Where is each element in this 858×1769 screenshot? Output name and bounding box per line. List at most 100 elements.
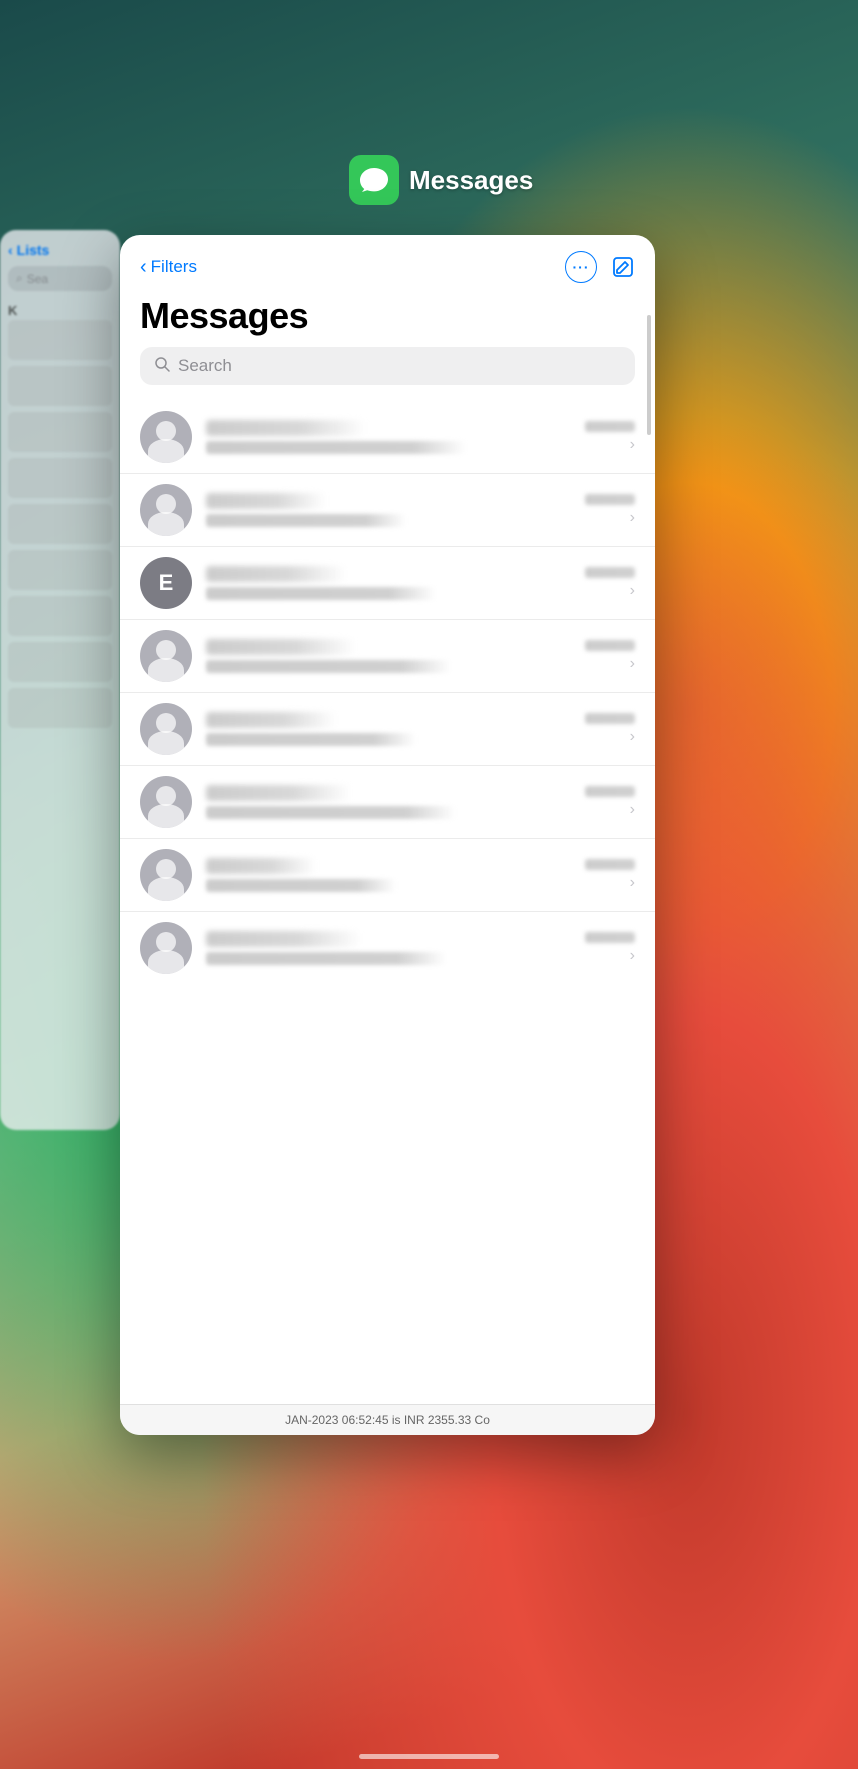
message-time: [585, 567, 635, 578]
message-preview: [206, 514, 406, 527]
avatar: [140, 849, 192, 901]
message-time: [585, 421, 635, 432]
compose-button[interactable]: [611, 255, 635, 279]
search-icon: [154, 356, 170, 376]
header-actions: ···: [565, 251, 635, 283]
behind-section-k: K: [8, 301, 112, 320]
message-time: [585, 713, 635, 724]
person-avatar-icon: [140, 411, 192, 463]
message-preview: [206, 806, 456, 819]
avatar: [140, 411, 192, 463]
message-item[interactable]: ›: [120, 912, 655, 984]
page-title-section: Messages: [120, 291, 655, 347]
message-time: [585, 494, 635, 505]
avatar: E: [140, 557, 192, 609]
message-preview: [206, 879, 396, 892]
message-preview: [206, 441, 466, 454]
search-bar[interactable]: Search: [140, 347, 635, 385]
avatar-letter: E: [159, 570, 174, 596]
chevron-right-icon: ›: [630, 582, 635, 600]
chevron-right-icon: ›: [630, 436, 635, 454]
behind-row-3: [8, 412, 112, 452]
chevron-right-icon: ›: [630, 947, 635, 965]
message-item[interactable]: ›: [120, 620, 655, 693]
message-name: [206, 493, 326, 509]
message-name: [206, 858, 316, 874]
messages-app-icon: [349, 155, 399, 205]
behind-search-bar: ⌕ Sea: [8, 266, 112, 291]
message-name: [206, 785, 351, 801]
person-avatar-icon: [140, 703, 192, 755]
person-avatar-icon: [140, 849, 192, 901]
message-content: [206, 639, 577, 673]
page-title: Messages: [140, 295, 635, 337]
message-time: [585, 859, 635, 870]
behind-row-8: [8, 642, 112, 682]
avatar: [140, 922, 192, 974]
back-button[interactable]: ‹ Filters: [140, 257, 197, 277]
message-meta: ›: [585, 713, 635, 746]
message-item[interactable]: ›: [120, 401, 655, 474]
message-name: [206, 420, 366, 436]
message-content: [206, 785, 577, 819]
message-meta: ›: [585, 494, 635, 527]
message-content: [206, 420, 577, 454]
message-item[interactable]: E ›: [120, 547, 655, 620]
person-avatar-icon: [140, 630, 192, 682]
messages-card: ‹ Filters ··· Messages: [120, 235, 655, 1435]
message-name: [206, 639, 356, 655]
avatar: [140, 703, 192, 755]
message-preview: [206, 952, 446, 965]
message-meta: ›: [585, 640, 635, 673]
message-name: [206, 712, 336, 728]
app-switcher-label: Messages: [349, 155, 533, 205]
card-header: ‹ Filters ···: [120, 235, 655, 291]
behind-row-1: [8, 320, 112, 360]
behind-row-6: [8, 550, 112, 590]
back-chevron-icon: ‹: [140, 257, 147, 277]
message-name: [206, 566, 346, 582]
message-time: [585, 640, 635, 651]
home-indicator: [359, 1754, 499, 1759]
chevron-right-icon: ›: [630, 801, 635, 819]
more-icon: ···: [573, 260, 590, 274]
chevron-right-icon: ›: [630, 874, 635, 892]
behind-row-9: [8, 688, 112, 728]
chevron-right-icon: ›: [630, 655, 635, 673]
message-meta: ›: [585, 786, 635, 819]
message-time: [585, 786, 635, 797]
message-name: [206, 931, 361, 947]
behind-row-4: [8, 458, 112, 498]
behind-row-7: [8, 596, 112, 636]
more-button[interactable]: ···: [565, 251, 597, 283]
person-avatar-icon: [140, 776, 192, 828]
back-label: Filters: [151, 257, 197, 277]
chevron-right-icon: ›: [630, 728, 635, 746]
avatar: [140, 630, 192, 682]
message-content: [206, 931, 577, 965]
bottom-notification: JAN-2023 06:52:45 is INR 2355.33 Co: [120, 1404, 655, 1435]
behind-app-card[interactable]: ‹ Lists ⌕ Sea K: [0, 230, 120, 1130]
message-content: [206, 712, 577, 746]
message-time: [585, 932, 635, 943]
message-meta: ›: [585, 859, 635, 892]
person-avatar-icon: [140, 922, 192, 974]
chevron-right-icon: ›: [630, 509, 635, 527]
app-title: Messages: [409, 165, 533, 196]
message-preview: [206, 733, 416, 746]
behind-row-2: [8, 366, 112, 406]
message-content: [206, 493, 577, 527]
message-item[interactable]: ›: [120, 474, 655, 547]
message-item[interactable]: ›: [120, 766, 655, 839]
person-avatar-icon: [140, 484, 192, 536]
message-content: [206, 566, 577, 600]
behind-row-5: [8, 504, 112, 544]
behind-lists-header: ‹ Lists: [8, 242, 112, 258]
avatar: [140, 484, 192, 536]
message-meta: ›: [585, 421, 635, 454]
search-placeholder: Search: [178, 356, 232, 376]
message-content: [206, 858, 577, 892]
message-item[interactable]: ›: [120, 693, 655, 766]
message-list: › › E: [120, 393, 655, 992]
message-item[interactable]: ›: [120, 839, 655, 912]
